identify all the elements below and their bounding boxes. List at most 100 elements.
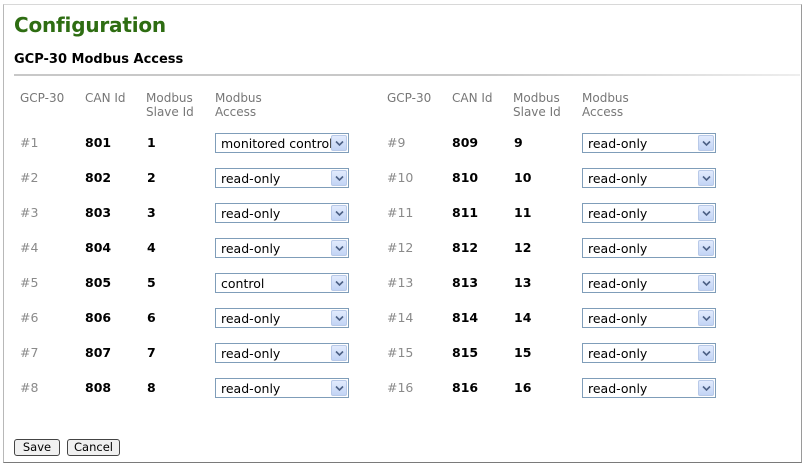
can-id-1: 801	[85, 135, 112, 150]
access-select-16[interactable]: read-only	[582, 378, 716, 398]
gcp-number-2: #2	[20, 170, 39, 185]
chevron-down-icon[interactable]	[331, 135, 347, 151]
can-id-4: 804	[85, 240, 112, 255]
can-id-3: 803	[85, 205, 112, 220]
slave-id-9: 9	[514, 135, 523, 150]
can-id-8: 808	[85, 380, 112, 395]
page-title: Configuration	[14, 13, 166, 37]
chevron-down-icon[interactable]	[331, 310, 347, 326]
slave-id-13: 13	[514, 275, 532, 290]
header-gcp-right: GCP-30	[387, 91, 432, 105]
slave-id-16: 16	[514, 380, 532, 395]
access-select-value: read-only	[221, 381, 281, 396]
access-select-6[interactable]: read-only	[215, 308, 349, 328]
access-select-value: monitored control	[221, 136, 333, 151]
access-select-value: read-only	[221, 311, 281, 326]
access-select-2[interactable]: read-only	[215, 168, 349, 188]
access-select-10[interactable]: read-only	[582, 168, 716, 188]
slave-id-6: 6	[147, 310, 156, 325]
chevron-down-icon[interactable]	[331, 345, 347, 361]
gcp-number-15: #15	[387, 345, 414, 360]
can-id-15: 815	[452, 345, 479, 360]
can-id-14: 814	[452, 310, 479, 325]
slave-id-15: 15	[514, 345, 532, 360]
access-select-8[interactable]: read-only	[215, 378, 349, 398]
slave-id-7: 7	[147, 345, 156, 360]
access-select-4[interactable]: read-only	[215, 238, 349, 258]
gcp-number-1: #1	[20, 135, 39, 150]
can-id-9: 809	[452, 135, 479, 150]
can-id-6: 806	[85, 310, 112, 325]
chevron-down-icon[interactable]	[331, 170, 347, 186]
chevron-down-icon[interactable]	[698, 275, 714, 291]
access-select-value: read-only	[588, 381, 648, 396]
header-can-id-left: CAN Id	[85, 91, 126, 105]
chevron-down-icon[interactable]	[698, 380, 714, 396]
access-select-15[interactable]: read-only	[582, 343, 716, 363]
access-select-value: read-only	[588, 241, 648, 256]
slave-id-1: 1	[147, 135, 156, 150]
save-button[interactable]: Save	[14, 439, 60, 456]
chevron-down-icon[interactable]	[698, 310, 714, 326]
can-id-10: 810	[452, 170, 479, 185]
chevron-down-icon[interactable]	[698, 345, 714, 361]
access-select-value: read-only	[588, 136, 648, 151]
chevron-down-icon[interactable]	[331, 380, 347, 396]
chevron-down-icon[interactable]	[331, 275, 347, 291]
access-select-value: read-only	[221, 241, 281, 256]
header-slave-id-left: Modbus Slave Id	[146, 91, 194, 119]
can-id-2: 802	[85, 170, 112, 185]
access-select-value: control	[221, 276, 265, 291]
can-id-7: 807	[85, 345, 112, 360]
access-select-value: read-only	[588, 311, 648, 326]
chevron-down-icon[interactable]	[698, 135, 714, 151]
slave-id-5: 5	[147, 275, 156, 290]
header-access-right: Modbus Access	[582, 91, 629, 119]
gcp-number-16: #16	[387, 380, 414, 395]
can-id-11: 811	[452, 205, 479, 220]
access-select-value: read-only	[221, 346, 281, 361]
chevron-down-icon[interactable]	[698, 240, 714, 256]
can-id-12: 812	[452, 240, 479, 255]
gcp-number-14: #14	[387, 310, 414, 325]
chevron-down-icon[interactable]	[698, 205, 714, 221]
header-slave-id-right: Modbus Slave Id	[513, 91, 561, 119]
header-access-left: Modbus Access	[215, 91, 262, 119]
can-id-13: 813	[452, 275, 479, 290]
slave-id-14: 14	[514, 310, 532, 325]
gcp-number-7: #7	[20, 345, 39, 360]
access-select-5[interactable]: control	[215, 273, 349, 293]
cancel-button[interactable]: Cancel	[67, 439, 120, 456]
access-select-value: read-only	[588, 346, 648, 361]
divider	[14, 74, 800, 76]
gcp-number-6: #6	[20, 310, 39, 325]
slave-id-2: 2	[147, 170, 156, 185]
access-select-9[interactable]: read-only	[582, 133, 716, 153]
header-gcp-left: GCP-30	[20, 91, 65, 105]
can-id-5: 805	[85, 275, 112, 290]
can-id-16: 816	[452, 380, 479, 395]
gcp-number-11: #11	[387, 205, 414, 220]
chevron-down-icon[interactable]	[331, 240, 347, 256]
access-select-value: read-only	[588, 206, 648, 221]
access-select-3[interactable]: read-only	[215, 203, 349, 223]
gcp-number-13: #13	[387, 275, 414, 290]
gcp-number-10: #10	[387, 170, 414, 185]
access-select-value: read-only	[221, 206, 281, 221]
access-select-12[interactable]: read-only	[582, 238, 716, 258]
chevron-down-icon[interactable]	[331, 205, 347, 221]
slave-id-12: 12	[514, 240, 532, 255]
section-title: GCP-30 Modbus Access	[14, 52, 184, 67]
access-select-1[interactable]: monitored control	[215, 133, 349, 153]
slave-id-4: 4	[147, 240, 156, 255]
access-select-7[interactable]: read-only	[215, 343, 349, 363]
slave-id-10: 10	[514, 170, 532, 185]
access-select-13[interactable]: read-only	[582, 273, 716, 293]
chevron-down-icon[interactable]	[698, 170, 714, 186]
access-select-value: read-only	[221, 171, 281, 186]
gcp-number-4: #4	[20, 240, 39, 255]
gcp-number-5: #5	[20, 275, 39, 290]
access-select-14[interactable]: read-only	[582, 308, 716, 328]
access-select-11[interactable]: read-only	[582, 203, 716, 223]
header-can-id-right: CAN Id	[452, 91, 493, 105]
